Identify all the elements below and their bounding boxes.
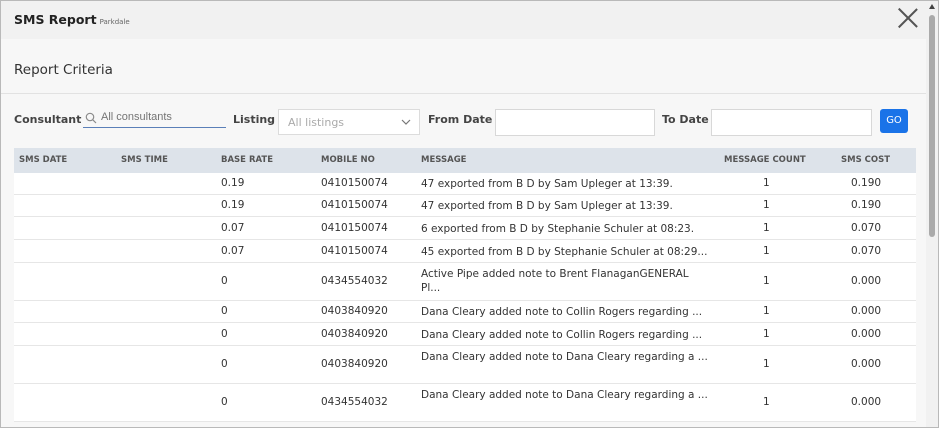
cell-message: 45 exported from B D by Stephanie Schule… (421, 246, 708, 258)
listing-select-placeholder: All listings (288, 116, 345, 129)
cell-message-count: 1 (763, 222, 770, 234)
cell-sms-cost: 0.190 (851, 177, 882, 189)
col-mobile-no[interactable]: MOBILE NO (321, 155, 375, 165)
cell-mobile-no: 0403840920 (321, 328, 388, 340)
table-row[interactable]: 0.07 0410150074 6 exported from B D by S… (14, 217, 916, 240)
cell-message-count: 1 (763, 245, 770, 257)
cell-sms-cost: 0.000 (851, 358, 882, 370)
cell-sms-cost: 0.000 (851, 275, 882, 287)
cell-base-rate: 0.07 (221, 222, 245, 234)
cell-message: 6 exported from B D by Stephanie Schuler… (421, 223, 695, 235)
table-row[interactable]: 0 0403840920 Dana Cleary added note to C… (14, 323, 916, 346)
col-base-rate[interactable]: BASE RATE (221, 155, 273, 165)
cell-base-rate: 0.19 (221, 199, 245, 211)
to-date-label: To Date (662, 113, 709, 126)
cell-mobile-no: 0410150074 (321, 245, 388, 257)
to-date-input[interactable] (711, 109, 872, 136)
col-sms-cost[interactable]: SMS COST (841, 155, 890, 165)
scroll-thumb[interactable] (929, 15, 935, 237)
modal-body: Report Criteria Consultant Listing All l… (1, 39, 926, 427)
cell-message: Dana Cleary added note to Dana Cleary re… (421, 351, 708, 363)
cell-mobile-no: 0410150074 (321, 222, 388, 234)
go-button[interactable]: GO (880, 109, 908, 133)
cell-base-rate: 0 (221, 396, 228, 408)
consultant-search[interactable] (83, 109, 226, 128)
cell-mobile-no: 0410150074 (321, 177, 388, 189)
from-date-input[interactable] (495, 109, 655, 136)
cell-message: Dana Cleary added note to Collin Rogers … (421, 329, 703, 341)
table-header: SMS DATE SMS TIME BASE RATE MOBILE NO ME… (14, 148, 916, 173)
divider (1, 93, 926, 94)
cell-message: Dana Cleary added note to Dana Cleary re… (421, 389, 708, 401)
cell-sms-cost: 0.000 (851, 396, 882, 408)
cell-sms-cost: 0.000 (851, 328, 882, 340)
table-row[interactable]: 0 0434554032 Active Pipe added note to B… (14, 263, 916, 301)
scrollbar[interactable] (926, 1, 938, 427)
cell-base-rate: 0 (221, 275, 228, 287)
cell-sms-cost: 0.070 (851, 245, 882, 257)
cell-message: 47 exported from B D by Sam Upleger at 1… (421, 200, 673, 212)
table-row[interactable]: 0 0403840920 Dana Cleary added note to C… (14, 301, 916, 323)
cell-message: 47 exported from B D by Sam Upleger at 1… (421, 178, 673, 190)
col-message-count[interactable]: MESSAGE COUNT (724, 155, 806, 165)
cell-mobile-no: 0434554032 (321, 275, 388, 287)
close-icon[interactable] (897, 7, 919, 29)
modal-title: SMS Report Parkdale (14, 12, 130, 27)
col-sms-time[interactable]: SMS TIME (121, 155, 168, 165)
table-row[interactable]: 0 0403840920 Dana Cleary added note to D… (14, 346, 916, 384)
listing-label: Listing (233, 113, 276, 126)
modal-title-text: SMS Report (14, 12, 97, 27)
cell-base-rate: 0.19 (221, 177, 245, 189)
search-icon (85, 112, 97, 124)
cell-mobile-no: 0410150074 (321, 199, 388, 211)
cell-sms-cost: 0.190 (851, 199, 882, 211)
cell-message-count: 1 (763, 199, 770, 211)
table-row[interactable]: 0.19 0410150074 47 exported from B D by … (14, 173, 916, 195)
cell-base-rate: 0 (221, 358, 228, 370)
cell-message-count: 1 (763, 305, 770, 317)
cell-message-count: 1 (763, 358, 770, 370)
cell-sms-cost: 0.070 (851, 222, 882, 234)
cell-message-count: 1 (763, 396, 770, 408)
modal-header: SMS Report Parkdale (1, 1, 938, 39)
from-date-label: From Date (428, 113, 493, 126)
cell-message: Active Pipe added note to Brent Flanagan… (421, 268, 689, 294)
modal-subtitle: Parkdale (99, 18, 130, 26)
cell-message-count: 1 (763, 275, 770, 287)
cell-base-rate: 0 (221, 328, 228, 340)
consultant-label: Consultant (14, 113, 82, 126)
table-row[interactable]: 0.07 0410150074 45 exported from B D by … (14, 240, 916, 263)
cell-sms-cost: 0.000 (851, 305, 882, 317)
cell-message-count: 1 (763, 177, 770, 189)
col-sms-date[interactable]: SMS DATE (19, 155, 67, 165)
cell-message: Dana Cleary added note to Collin Rogers … (421, 306, 703, 318)
sms-report-modal: SMS Report Parkdale Report Criteria Consu… (0, 0, 939, 428)
chevron-down-icon (401, 119, 411, 125)
cell-base-rate: 0.07 (221, 245, 245, 257)
consultant-search-input[interactable] (101, 109, 225, 125)
listing-select[interactable]: All listings (278, 109, 420, 135)
report-criteria-title: Report Criteria (14, 62, 113, 78)
cell-mobile-no: 0403840920 (321, 305, 388, 317)
table-row[interactable]: 0 0434554032 Dana Cleary added note to D… (14, 384, 916, 422)
scroll-up-arrow-icon[interactable] (929, 4, 935, 9)
cell-mobile-no: 0403840920 (321, 358, 388, 370)
cell-message-count: 1 (763, 328, 770, 340)
cell-mobile-no: 0434554032 (321, 396, 388, 408)
col-message[interactable]: MESSAGE (421, 155, 467, 165)
cell-base-rate: 0 (221, 305, 228, 317)
table-row[interactable]: 0.19 0410150074 47 exported from B D by … (14, 195, 916, 217)
